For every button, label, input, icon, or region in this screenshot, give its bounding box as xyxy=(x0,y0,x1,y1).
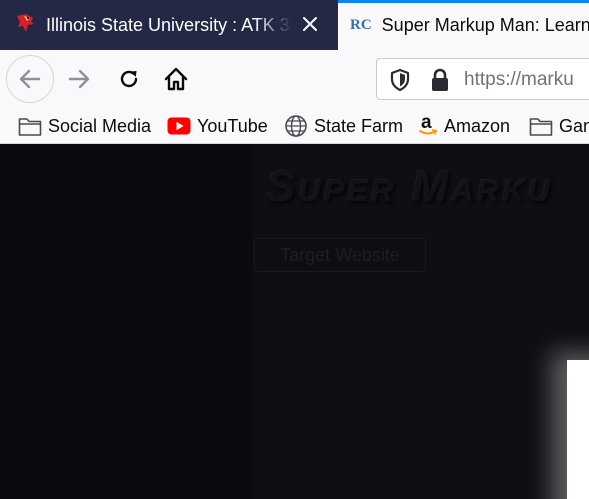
bookmark-youtube[interactable]: YouTube xyxy=(167,113,268,139)
tab-title: Illinois State University : ATK 30 xyxy=(46,14,292,35)
bookmark-label: Gam xyxy=(559,115,589,136)
rc-icon: RC xyxy=(350,16,372,33)
bookmark-social-media[interactable]: Social Media xyxy=(18,113,151,139)
home-button[interactable] xyxy=(158,62,194,96)
folder-icon xyxy=(529,118,553,136)
bookmark-label: Social Media xyxy=(48,115,152,136)
reload-icon xyxy=(120,70,138,88)
bookmark-amazon[interactable]: a Amazon xyxy=(418,112,511,139)
target-website-button[interactable]: Target Website xyxy=(254,238,426,272)
url-bar[interactable]: https://marku xyxy=(376,58,589,100)
bookmarks-toolbar: Social Media YouTube State Farm a Amazon xyxy=(0,108,589,144)
site-heading: Super Marku xyxy=(266,162,553,211)
bookmark-label: Amazon xyxy=(444,115,511,136)
youtube-icon xyxy=(167,117,191,135)
folder-icon xyxy=(18,118,42,136)
back-arrow-icon xyxy=(19,69,41,89)
tab-bar: Illinois State University : ATK 30 RC Su… xyxy=(0,0,589,50)
back-button[interactable] xyxy=(6,55,54,103)
redbird-icon xyxy=(14,12,36,39)
tab-title: Super Markup Man: Learn xyxy=(381,14,589,35)
content-panel xyxy=(567,360,589,499)
forward-arrow-icon xyxy=(68,69,90,89)
shield-icon[interactable] xyxy=(389,68,411,97)
page-content: Super Marku Target Website xyxy=(0,144,589,499)
bookmark-label: YouTube xyxy=(197,115,268,136)
close-icon[interactable] xyxy=(300,14,320,34)
bookmark-label: State Farm xyxy=(314,115,404,136)
home-icon xyxy=(164,67,188,91)
reload-button[interactable] xyxy=(112,62,146,96)
url-text: https://marku xyxy=(464,69,574,90)
bookmark-state-farm[interactable]: State Farm xyxy=(284,113,403,139)
tab-super-markup-man[interactable]: RC Super Markup Man: Learn xyxy=(338,0,589,50)
tab-illinois-state[interactable]: Illinois State University : ATK 30 xyxy=(0,0,338,50)
navigation-toolbar: https://marku xyxy=(0,50,589,108)
bookmark-games[interactable]: Gam xyxy=(529,113,589,139)
lock-icon[interactable] xyxy=(429,67,451,98)
globe-icon xyxy=(285,115,307,137)
amazon-icon: a xyxy=(418,112,438,138)
forward-button[interactable] xyxy=(62,62,96,96)
